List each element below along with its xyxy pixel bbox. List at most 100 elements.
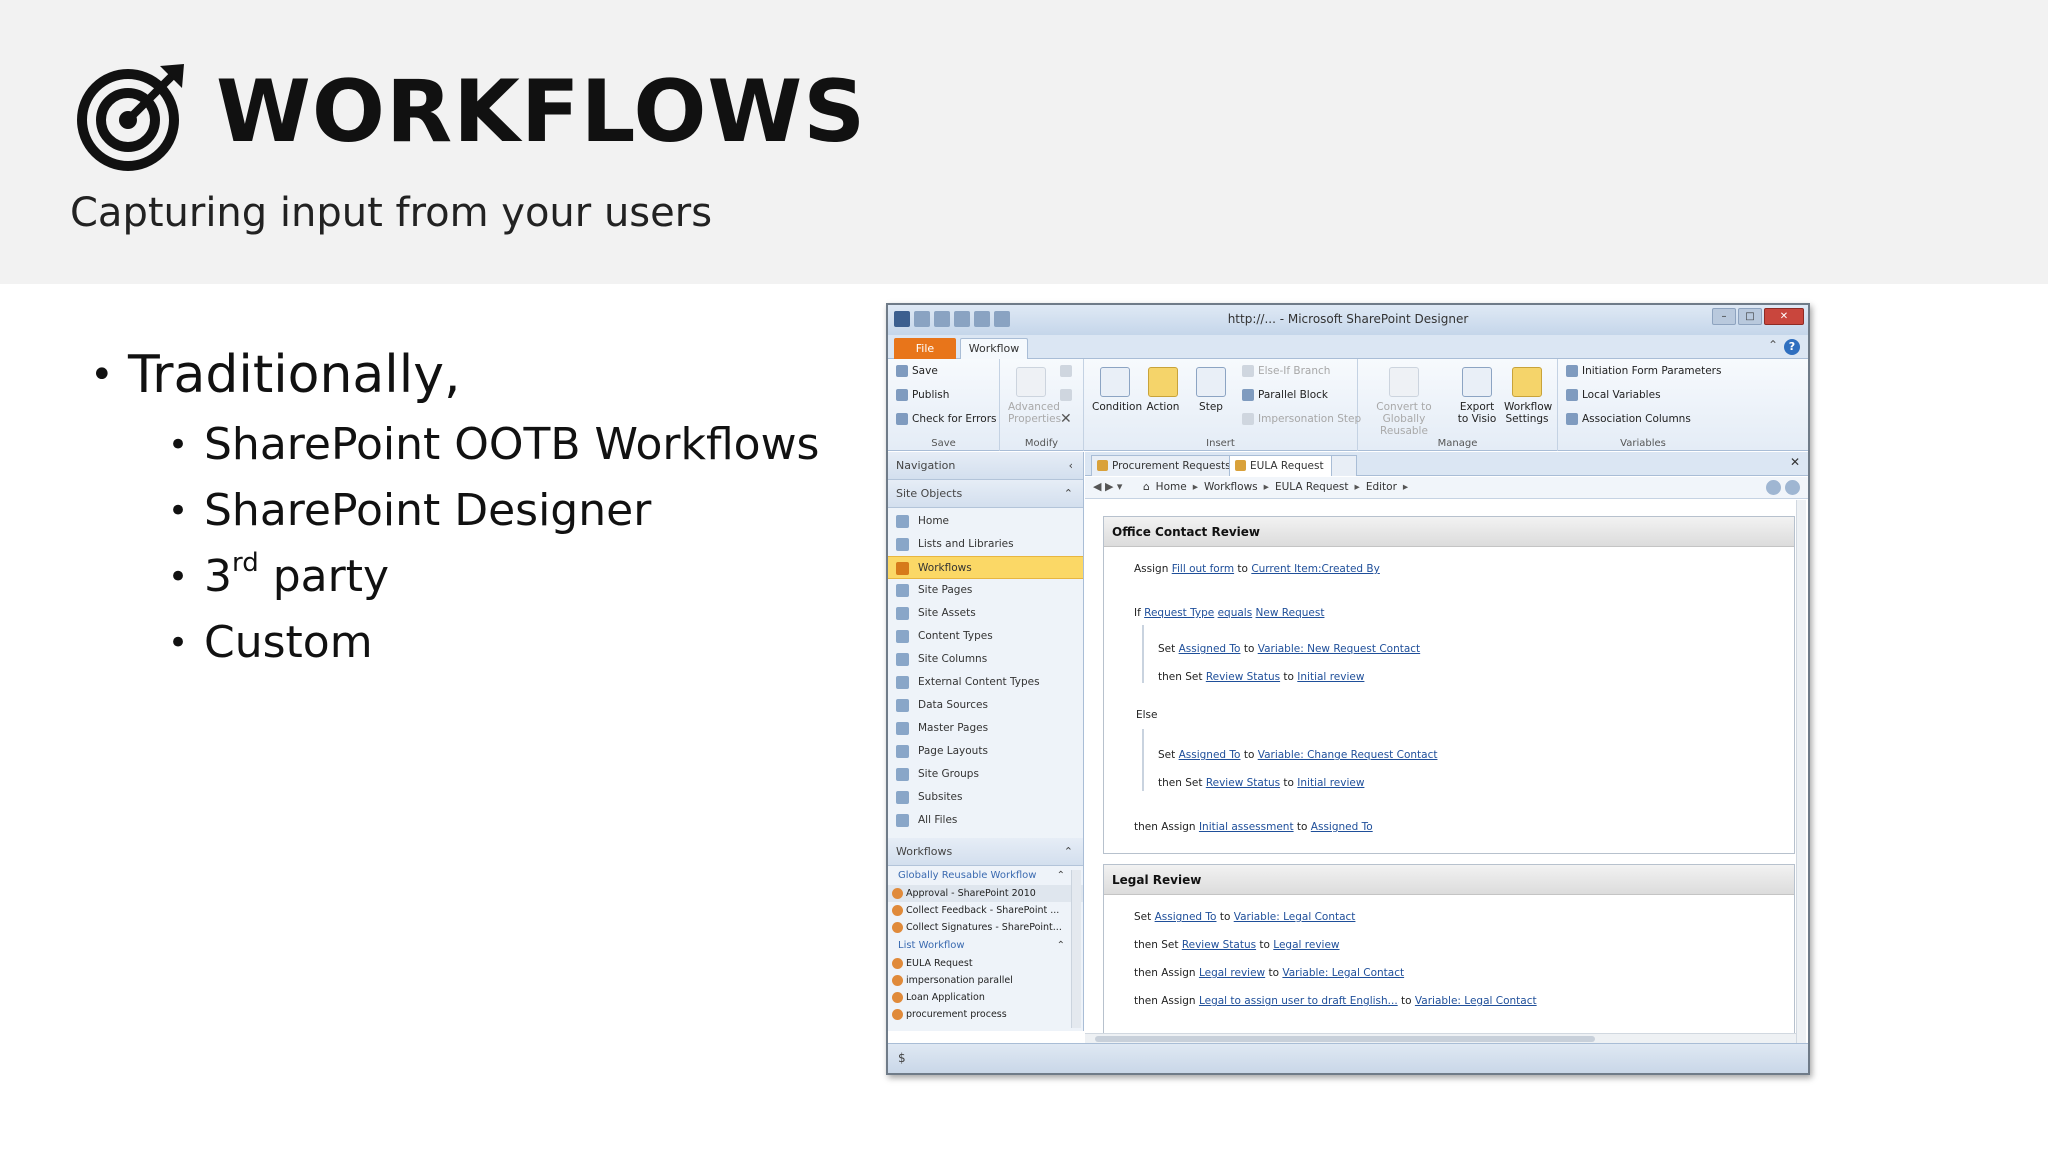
nav-item-site-groups[interactable]: Site Groups [888,763,1083,786]
scrollbar-thumb[interactable] [1095,1036,1595,1042]
workflow-settings-button[interactable]: Workflow Settings [1504,367,1552,425]
link-value[interactable]: Legal review [1273,939,1339,951]
local-variables-button[interactable]: Local Variables [1566,389,1661,401]
link-value[interactable]: Assigned To [1311,821,1373,833]
link-value[interactable]: Initial review [1297,777,1364,789]
link-value[interactable]: Variable: Legal Contact [1415,995,1537,1007]
association-columns-button[interactable]: Association Columns [1566,413,1691,425]
action-button[interactable]: Action [1140,367,1186,413]
link-field[interactable]: Request Type [1144,607,1214,619]
collapse-nav-icon[interactable]: ‹ [1069,452,1073,480]
close-document-icon[interactable]: ✕ [1790,455,1800,469]
link-value[interactable]: Variable: Change Request Contact [1258,749,1438,761]
advanced-properties-button[interactable]: Advanced Properties [1008,367,1061,425]
link-field[interactable]: Assigned To [1155,911,1217,923]
tab-workflow[interactable]: Workflow [960,338,1028,360]
initiation-form-parameters-button[interactable]: Initiation Form Parameters [1566,365,1721,377]
nav-item-lists[interactable]: Lists and Libraries [888,533,1083,556]
close-icon[interactable]: ✕ [1764,308,1804,325]
nav-item-external-content-types[interactable]: External Content Types [888,671,1083,694]
workflow-item[interactable]: procurement process [888,1006,1083,1023]
nav-item-master-pages[interactable]: Master Pages [888,717,1083,740]
nav-item-home[interactable]: Home [888,510,1083,533]
link-field[interactable]: Review Status [1206,671,1280,683]
list-workflow-group[interactable]: List Workflow ⌃ [888,936,1083,955]
step-title[interactable]: Office Contact Review [1104,517,1794,547]
condition-button[interactable]: Condition [1092,367,1142,413]
assets-icon [896,607,909,620]
workflow-item[interactable]: Approval - SharePoint 2010 [888,885,1083,902]
breadcrumb-workflows[interactable]: Workflows [1204,481,1258,493]
link-field[interactable]: Assigned To [1179,749,1241,761]
parallel-block-button[interactable]: Parallel Block [1242,389,1328,401]
workflow-list-scrollbar[interactable] [1071,870,1081,1028]
link-value[interactable]: New Request [1256,607,1325,619]
site-objects-header[interactable]: Site Objects ⌃ [888,480,1083,508]
nav-item-data-sources[interactable]: Data Sources [888,694,1083,717]
editor-horizontal-scrollbar[interactable] [1085,1033,1796,1043]
impersonation-step-button[interactable]: Impersonation Step [1242,413,1361,425]
tab-procurement-requests[interactable]: Procurement Requests [1091,455,1240,476]
nav-item-all-files[interactable]: All Files [888,809,1083,832]
refresh-icon[interactable] [1766,480,1781,495]
tab-file[interactable]: File [894,338,956,359]
save-button[interactable]: Save [896,365,938,377]
workflow-item[interactable]: Loan Application [888,989,1083,1006]
breadcrumb-home[interactable]: Home [1156,481,1187,493]
help-icon[interactable]: ? [1784,339,1800,355]
nav-item-site-columns[interactable]: Site Columns [888,648,1083,671]
stop-icon[interactable] [1785,480,1800,495]
link-field[interactable]: Assigned To [1179,643,1241,655]
workflow-item[interactable]: Collect Feedback - SharePoint ... [888,902,1083,919]
nav-item-site-assets[interactable]: Site Assets [888,602,1083,625]
link-task[interactable]: Legal to assign user to draft English... [1199,995,1398,1007]
link-operator[interactable]: equals [1218,607,1253,619]
link-value[interactable]: Variable: New Request Contact [1258,643,1420,655]
minimize-icon[interactable]: – [1712,308,1736,325]
tab-eula-request[interactable]: EULA Request [1229,455,1333,476]
editor-vertical-scrollbar[interactable] [1796,500,1806,1043]
global-workflow-group[interactable]: Globally Reusable Workflow ⌃ [888,866,1083,885]
move-up-icon[interactable] [1060,365,1072,377]
new-tab-button[interactable] [1331,455,1357,476]
workflows-header[interactable]: Workflows ⌃ [888,838,1083,866]
step-button[interactable]: Step [1188,367,1234,413]
chevron-up-icon[interactable]: ⌃ [1064,480,1073,508]
maximize-icon[interactable]: □ [1738,308,1762,325]
nav-item-page-layouts[interactable]: Page Layouts [888,740,1083,763]
breadcrumb-editor[interactable]: Editor [1366,481,1397,493]
slide-header: WORKFLOWS Capturing input from your user… [0,0,2048,284]
chevron-up-icon[interactable]: ⌃ [1057,936,1065,955]
export-visio-button[interactable]: Export to Visio [1454,367,1500,425]
else-if-branch-button[interactable]: Else-If Branch [1242,365,1330,377]
nav-item-site-pages[interactable]: Site Pages [888,579,1083,602]
link-task[interactable]: Initial assessment [1199,821,1294,833]
home-icon[interactable]: ⌂ [1143,481,1150,493]
minimize-ribbon-icon[interactable]: ⌃ [1768,338,1778,352]
link-field[interactable]: Review Status [1182,939,1256,951]
link-value[interactable]: Variable: Legal Contact [1282,967,1404,979]
link-form[interactable]: Fill out form [1172,563,1234,575]
publish-button[interactable]: Publish [896,389,949,401]
move-down-icon[interactable] [1060,389,1072,401]
chevron-up-icon[interactable]: ⌃ [1057,866,1065,885]
chevron-up-icon[interactable]: ⌃ [1064,838,1073,866]
breadcrumb-eula-request[interactable]: EULA Request [1275,481,1349,493]
workflow-line: Assign Fill out form to Current Item:Cre… [1134,563,1380,575]
check-errors-button[interactable]: Check for Errors [896,413,996,425]
workflow-item[interactable]: impersonation parallel [888,972,1083,989]
step-title[interactable]: Legal Review [1104,865,1794,895]
nav-item-subsites[interactable]: Subsites [888,786,1083,809]
workflow-item[interactable]: Collect Signatures - SharePoint... [888,919,1083,936]
link-field[interactable]: Review Status [1206,777,1280,789]
delete-icon[interactable]: ✕ [1060,411,1072,427]
convert-globally-reusable-button[interactable]: Convert to Globally Reusable [1362,367,1446,437]
back-forward-icon[interactable]: ◀ ▶ ▾ [1093,480,1122,493]
link-created-by[interactable]: Current Item:Created By [1251,563,1380,575]
nav-item-content-types[interactable]: Content Types [888,625,1083,648]
link-value[interactable]: Initial review [1297,671,1364,683]
link-task[interactable]: Legal review [1199,967,1265,979]
workflow-item[interactable]: EULA Request [888,955,1083,972]
link-value[interactable]: Variable: Legal Contact [1234,911,1356,923]
nav-item-workflows[interactable]: Workflows [888,556,1083,579]
